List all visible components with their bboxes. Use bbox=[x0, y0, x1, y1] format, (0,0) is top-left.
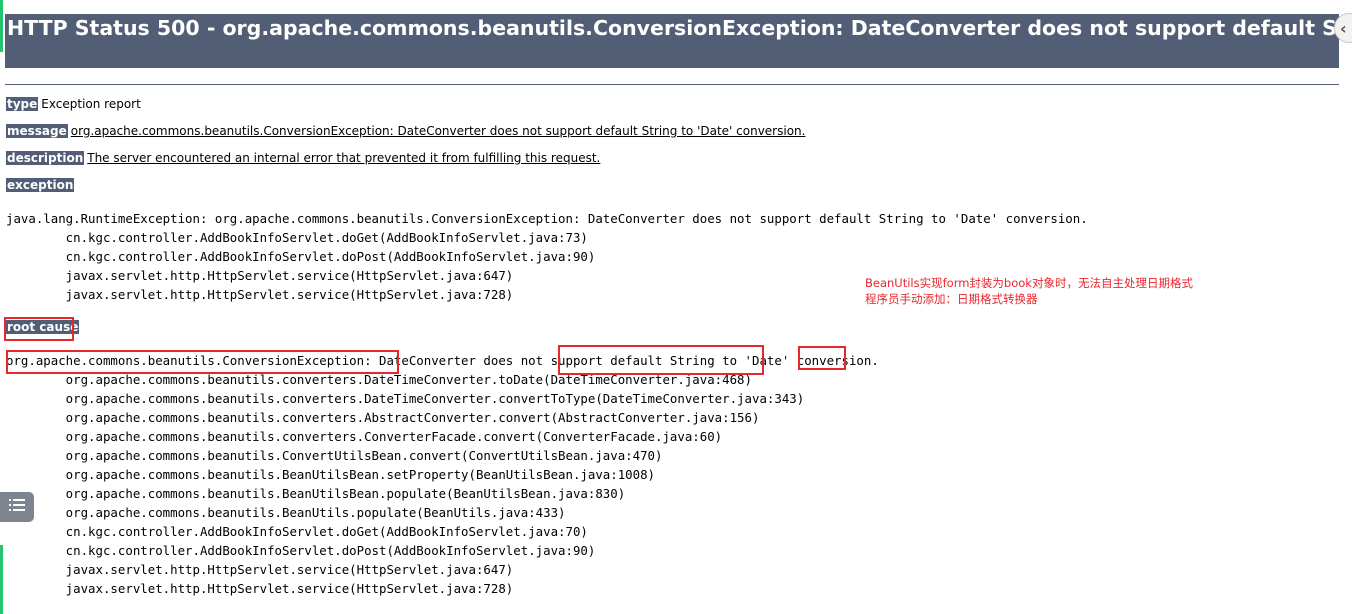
root-cause-trace-line-frame: org.apache.commons.beanutils.BeanUtils.p… bbox=[6, 505, 566, 520]
exception-trace-line-header: java.lang.RuntimeException: org.apache.c… bbox=[6, 211, 1088, 226]
root-cause-trace-line-frame: org.apache.commons.beanutils.ConvertUtil… bbox=[6, 448, 663, 463]
annotation-line-2: 程序员手动添加：日期格式转换器 bbox=[865, 292, 1038, 306]
root-cause-trace-line-frame: org.apache.commons.beanutils.converters.… bbox=[6, 372, 752, 387]
message-value: org.apache.commons.beanutils.ConversionE… bbox=[70, 124, 806, 138]
root-cause-trace-line-frame: org.apache.commons.beanutils.converters.… bbox=[6, 391, 805, 406]
root-cause-stack-trace: org.apache.commons.beanutils.ConversionE… bbox=[6, 351, 879, 598]
type-label: type bbox=[6, 97, 39, 111]
exception-label: exception bbox=[6, 178, 75, 192]
description-value: The server encountered an internal error… bbox=[87, 151, 601, 165]
root-cause-trace-line-header: org.apache.commons.beanutils.ConversionE… bbox=[6, 353, 879, 368]
root-cause-trace-line-frame: cn.kgc.controller.AddBookInfoServlet.doP… bbox=[6, 543, 596, 558]
message-row: message org.apache.commons.beanutils.Conv… bbox=[6, 124, 805, 139]
description-label: description bbox=[6, 151, 85, 165]
root-cause-trace-line-frame: org.apache.commons.beanutils.converters.… bbox=[6, 410, 760, 425]
root-cause-label: root cause bbox=[6, 320, 80, 334]
exception-trace-line-frame: cn.kgc.controller.AddBookInfoServlet.doG… bbox=[6, 230, 588, 245]
chevron-left-icon: ‹ bbox=[1340, 18, 1347, 38]
root-cause-row: root cause bbox=[6, 320, 80, 335]
root-cause-trace-line-frame: org.apache.commons.beanutils.converters.… bbox=[6, 429, 723, 444]
page-title: HTTP Status 500 - org.apache.commons.bea… bbox=[5, 14, 1339, 68]
annotation-line-1: BeanUtils实现form封装为book对象时，无法自主处理日期格式 bbox=[865, 276, 1193, 290]
side-accent-bar bbox=[0, 0, 3, 52]
side-accent-bar bbox=[0, 545, 3, 614]
root-cause-trace-line-frame: javax.servlet.http.HttpServlet.service(H… bbox=[6, 562, 514, 577]
exception-row: exception bbox=[6, 178, 75, 193]
root-cause-trace-line-frame: javax.servlet.http.HttpServlet.service(H… bbox=[6, 581, 514, 596]
root-cause-trace-line-frame: org.apache.commons.beanutils.BeanUtilsBe… bbox=[6, 486, 626, 501]
description-row: description The server encountered an int… bbox=[6, 151, 600, 166]
type-row: type Exception report bbox=[6, 97, 141, 112]
divider bbox=[5, 84, 1339, 85]
exception-trace-line-frame: javax.servlet.http.HttpServlet.service(H… bbox=[6, 268, 514, 283]
annotation-note: BeanUtils实现form封装为book对象时，无法自主处理日期格式 程序员… bbox=[865, 275, 1193, 307]
list-menu-icon bbox=[8, 497, 26, 517]
exception-trace-line-frame: javax.servlet.http.HttpServlet.service(H… bbox=[6, 287, 514, 302]
root-cause-trace-line-frame: org.apache.commons.beanutils.BeanUtilsBe… bbox=[6, 467, 656, 482]
floating-menu-button[interactable] bbox=[0, 492, 34, 522]
type-value: Exception report bbox=[41, 97, 141, 111]
exception-trace-line-frame: cn.kgc.controller.AddBookInfoServlet.doP… bbox=[6, 249, 596, 264]
message-label: message bbox=[6, 124, 68, 138]
root-cause-trace-line-frame: cn.kgc.controller.AddBookInfoServlet.doG… bbox=[6, 524, 588, 539]
